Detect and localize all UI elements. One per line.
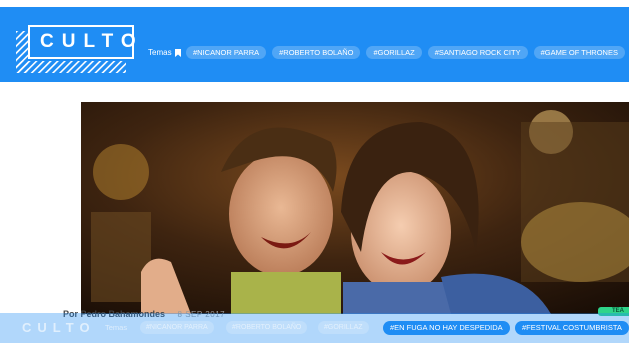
sticky-logo[interactable]: CULTO [22, 320, 96, 335]
sticky-header: CULTO Temas #NICANOR PARRA #ROBERTO BOLA… [0, 313, 629, 343]
culto-logo[interactable]: CULTO [16, 25, 136, 73]
logo-text: CULTO [40, 31, 144, 52]
bookmark-icon [174, 48, 181, 57]
tag-game-of-thrones[interactable]: #GAME OF THRONES [533, 46, 625, 59]
tag-nicanor-parra[interactable]: #NICANOR PARRA [186, 46, 267, 59]
tag-gorillaz[interactable]: #GORILLAZ [366, 46, 422, 59]
tag-festival-costumbrista[interactable]: #FESTIVAL COSTUMBRISTA [515, 321, 629, 335]
tag-roberto-bolano[interactable]: #ROBERTO BOLAÑO [272, 46, 361, 59]
performers-image [81, 102, 629, 314]
sticky-temas-label: Temas [105, 323, 128, 332]
tag-santiago-rock-city[interactable]: #SANTIAGO ROCK CITY [427, 46, 528, 59]
topic-tags: #NICANOR PARRA #ROBERTO BOLAÑO #GORILLAZ… [186, 46, 625, 59]
temas-text: Temas [148, 48, 172, 57]
sticky-tag-roberto-bolano[interactable]: #ROBERTO BOLAÑO [226, 321, 308, 334]
page: CULTO Temas #NICANOR PARRA #ROBERTO BOLA… [0, 0, 629, 343]
temas-label: Temas [148, 48, 181, 57]
sticky-tag-nicanor-parra[interactable]: #NICANOR PARRA [140, 321, 214, 334]
tag-en-fuga-no-hay-despedida[interactable]: #EN FUGA NO HAY DESPEDIDA [383, 321, 510, 335]
sticky-tag-gorillaz[interactable]: #GORILLAZ [318, 321, 369, 334]
article-photo [81, 102, 629, 314]
site-header: CULTO Temas #NICANOR PARRA #ROBERTO BOLA… [0, 7, 629, 82]
